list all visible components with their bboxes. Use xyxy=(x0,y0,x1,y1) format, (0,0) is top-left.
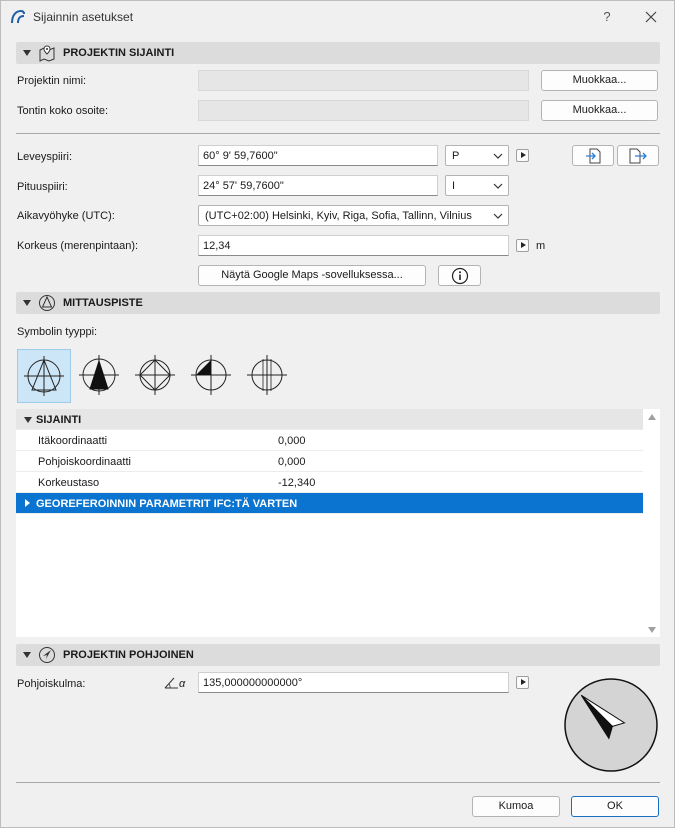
timezone-label: Aikavyöhyke (UTC): xyxy=(17,210,115,222)
survey-symbol-2-icon xyxy=(79,355,119,395)
project-name-label: Projektin nimi: xyxy=(17,75,87,87)
north-angle-label: Pohjoiskulma: xyxy=(17,678,86,690)
tree-group-ifc-georeferencing[interactable]: GEOREFEROINNIN PARAMETRIT IFC:TÄ VARTEN xyxy=(16,493,643,514)
help-button[interactable]: ? xyxy=(597,7,617,27)
survey-symbol-option-4[interactable] xyxy=(185,349,239,403)
survey-point-icon xyxy=(39,295,55,311)
survey-symbol-option-3[interactable] xyxy=(129,349,183,403)
longitude-input[interactable]: 24° 57' 59,7600" xyxy=(198,175,438,196)
altitude-arrow-button[interactable] xyxy=(516,239,529,252)
export-location-button[interactable] xyxy=(617,145,659,166)
tree-scrollbar[interactable] xyxy=(644,409,660,637)
import-location-button[interactable] xyxy=(572,145,614,166)
map-pin-icon xyxy=(39,45,55,62)
altitude-label: Korkeus (merenpintaan): xyxy=(17,240,139,252)
site-address-field xyxy=(198,100,529,121)
survey-symbol-option-5[interactable] xyxy=(241,349,295,403)
latitude-direction-value: P xyxy=(452,150,460,162)
section-title: PROJEKTIN POHJOINEN xyxy=(63,649,194,661)
tree-row-easting[interactable]: Itäkoordinaatti 0,000 xyxy=(16,430,643,451)
collapse-triangle-icon[interactable] xyxy=(23,652,31,658)
app-logo-icon xyxy=(11,9,25,24)
title-bar: Sijainnin asetukset ? xyxy=(1,1,674,33)
location-settings-dialog: Sijainnin asetukset ? PROJEKTIN SIJAINTI… xyxy=(0,0,675,828)
section-header-project-location[interactable]: PROJEKTIN SIJAINTI xyxy=(16,42,660,64)
scroll-down-icon[interactable] xyxy=(648,627,656,633)
latitude-direction-select[interactable]: P xyxy=(445,145,509,166)
survey-symbol-5-icon xyxy=(247,355,287,395)
survey-symbol-4-icon xyxy=(191,355,231,395)
tree-row-key: Pohjoiskoordinaatti xyxy=(38,456,131,468)
section-title: PROJEKTIN SIJAINTI xyxy=(63,47,175,59)
chevron-down-icon xyxy=(493,153,503,159)
latitude-label: Leveyspiiri: xyxy=(17,151,73,163)
site-address-label: Tontin koko osoite: xyxy=(17,105,109,117)
tree-group-label: GEOREFEROINNIN PARAMETRIT IFC:TÄ VARTEN xyxy=(36,498,298,510)
collapse-triangle-icon[interactable] xyxy=(23,50,31,56)
survey-symbol-3-icon xyxy=(135,355,175,395)
tree-row-northing[interactable]: Pohjoiskoordinaatti 0,000 xyxy=(16,451,643,472)
scroll-up-icon[interactable] xyxy=(648,414,656,420)
tree-row-elevation[interactable]: Korkeustaso -12,340 xyxy=(16,472,643,493)
expand-triangle-icon[interactable] xyxy=(25,499,30,507)
section-header-survey-point[interactable]: MITTAUSPISTE xyxy=(16,292,660,314)
close-icon[interactable] xyxy=(641,7,661,27)
window-title: Sijainnin asetukset xyxy=(33,10,134,24)
cancel-button[interactable]: Kumoa xyxy=(472,796,560,817)
divider xyxy=(16,133,660,134)
import-file-icon xyxy=(586,148,601,164)
section-header-project-north[interactable]: PROJEKTIN POHJOINEN xyxy=(16,644,660,666)
survey-symbol-option-1[interactable] xyxy=(17,349,71,403)
tree-row-key: Itäkoordinaatti xyxy=(38,435,108,447)
survey-symbol-1-icon xyxy=(24,356,64,396)
tree-row-value[interactable]: 0,000 xyxy=(278,456,306,468)
tree-group-location[interactable]: SIJAINTI xyxy=(16,409,643,430)
survey-symbol-option-2[interactable] xyxy=(73,349,127,403)
timezone-value: (UTC+02:00) Helsinki, Kyiv, Riga, Sofia,… xyxy=(205,210,472,222)
north-angle-input[interactable]: 135,000000000000° xyxy=(198,672,509,693)
tree-row-key: Korkeustaso xyxy=(38,477,100,489)
angle-symbol: α xyxy=(179,678,186,690)
edit-site-address-button[interactable]: Muokkaa... xyxy=(541,100,658,121)
symbol-type-label: Symbolin tyyppi: xyxy=(17,326,98,338)
edit-project-name-button[interactable]: Muokkaa... xyxy=(541,70,658,91)
project-name-field xyxy=(198,70,529,91)
altitude-input[interactable]: 12,34 xyxy=(198,235,509,256)
north-compass-preview[interactable] xyxy=(563,677,659,773)
expand-triangle-icon[interactable] xyxy=(24,417,32,423)
angle-icon xyxy=(164,677,178,689)
timezone-select[interactable]: (UTC+02:00) Helsinki, Kyiv, Riga, Sofia,… xyxy=(198,205,509,226)
longitude-direction-select[interactable]: I xyxy=(445,175,509,196)
latitude-arrow-button[interactable] xyxy=(516,149,529,162)
survey-properties-tree: SIJAINTI Itäkoordinaatti 0,000 Pohjoisko… xyxy=(16,409,660,637)
longitude-label: Pituuspiiri: xyxy=(17,181,68,193)
altitude-unit: m xyxy=(536,240,546,252)
export-file-icon xyxy=(629,148,647,164)
compass-icon xyxy=(39,647,55,663)
tree-row-value[interactable]: -12,340 xyxy=(278,477,315,489)
collapse-triangle-icon[interactable] xyxy=(23,300,31,306)
north-angle-arrow-button[interactable] xyxy=(516,676,529,689)
ok-button[interactable]: OK xyxy=(571,796,659,817)
tree-group-label: SIJAINTI xyxy=(36,414,82,426)
info-icon xyxy=(451,267,468,285)
section-title: MITTAUSPISTE xyxy=(63,297,143,309)
longitude-direction-value: I xyxy=(452,180,456,192)
tree-row-value[interactable]: 0,000 xyxy=(278,435,306,447)
footer-divider xyxy=(16,782,660,783)
chevron-down-icon xyxy=(493,213,503,219)
show-google-maps-button[interactable]: Näytä Google Maps -sovelluksessa... xyxy=(198,265,426,286)
chevron-down-icon xyxy=(493,183,503,189)
info-button[interactable] xyxy=(438,265,481,286)
latitude-input[interactable]: 60° 9' 59,7600" xyxy=(198,145,438,166)
